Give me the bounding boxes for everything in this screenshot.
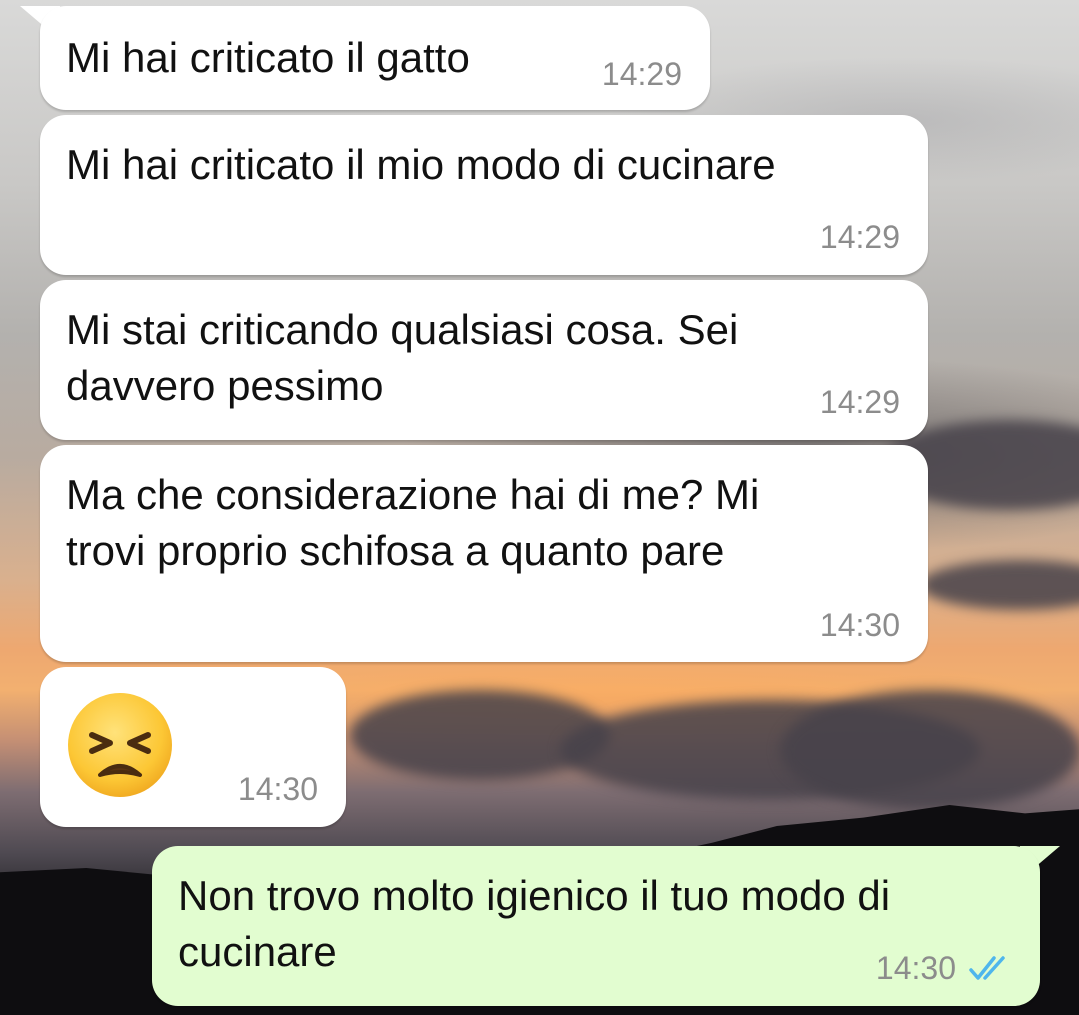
wallpaper-cloud xyxy=(780,690,1079,810)
message-timestamp: 14:30 xyxy=(237,771,318,807)
message-bubble-incoming[interactable]: Mi stai criticando qualsiasi cosa. Sei d… xyxy=(40,280,928,440)
double-check-icon xyxy=(969,956,1005,980)
message-timestamp: 14:29 xyxy=(819,384,900,420)
message-timestamp: 14:29 xyxy=(819,219,900,255)
message-text: Ma che considerazione hai di me? Mi trov… xyxy=(66,471,760,574)
message-bubble-incoming[interactable]: Mi hai criticato il gatto 14:29 xyxy=(40,6,710,110)
persevering-face-emoji xyxy=(68,693,172,797)
message-text: Mi stai criticando qualsiasi cosa. Sei d… xyxy=(66,306,739,409)
wallpaper-cloud xyxy=(920,560,1079,610)
message-bubble-incoming[interactable]: Ma che considerazione hai di me? Mi trov… xyxy=(40,445,928,662)
message-text: Mi hai criticato il gatto xyxy=(66,34,470,81)
message-timestamp: 14:29 xyxy=(601,56,682,92)
message-bubble-incoming[interactable]: 14:30 xyxy=(40,667,346,827)
message-timestamp: 14:30 xyxy=(875,950,956,986)
message-timestamp: 14:30 xyxy=(819,607,900,643)
message-text: Mi hai criticato il mio modo di cucinare xyxy=(66,141,776,188)
message-text: Non trovo molto igienico il tuo modo di … xyxy=(178,872,891,975)
message-bubble-outgoing[interactable]: Non trovo molto igienico il tuo modo di … xyxy=(152,846,1040,1006)
message-bubble-incoming[interactable]: Mi hai criticato il mio modo di cucinare… xyxy=(40,115,928,275)
